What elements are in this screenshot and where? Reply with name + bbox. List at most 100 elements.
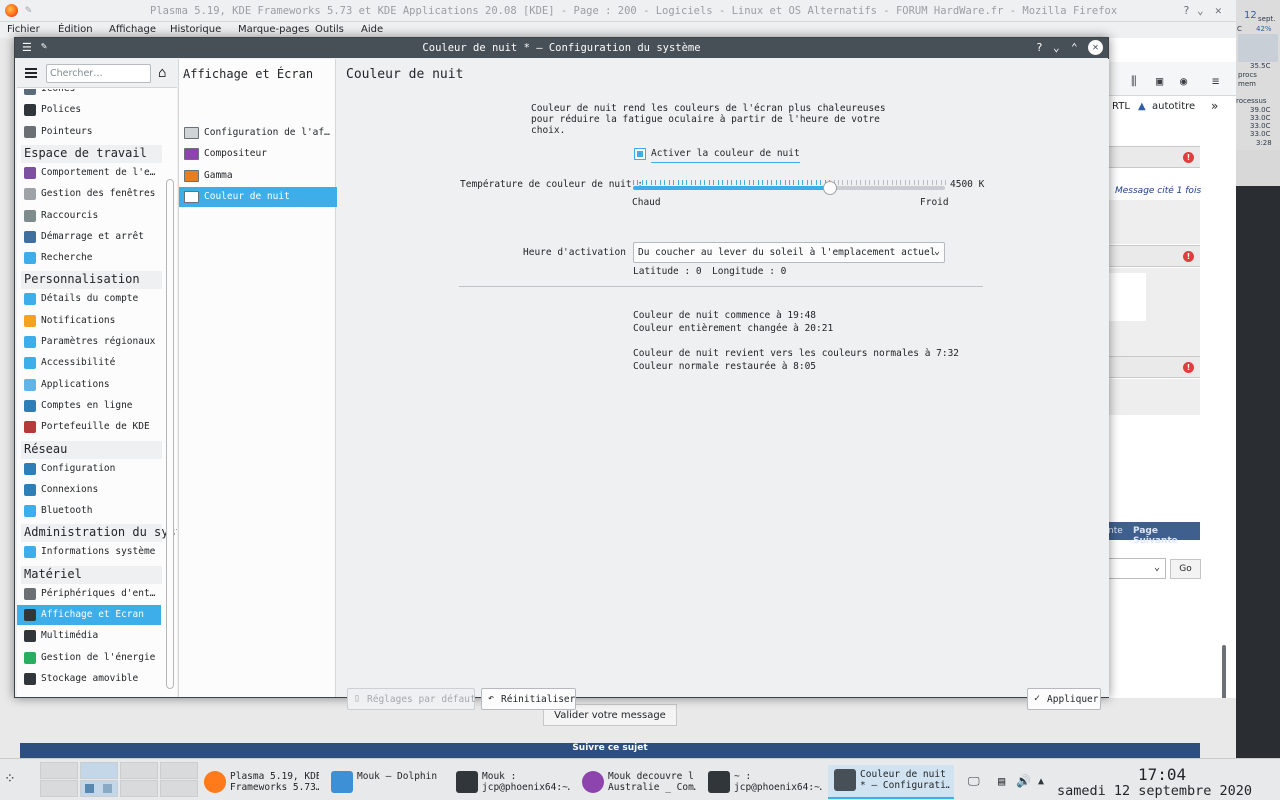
- menu-historique[interactable]: Historique: [170, 24, 221, 35]
- sidebar-scrollbar[interactable]: [166, 179, 174, 689]
- sidebar-item[interactable]: Polices: [17, 100, 161, 120]
- sidebar-item[interactable]: Raccourcis: [17, 206, 161, 226]
- follow-topic-bar[interactable]: Suivre ce sujet: [20, 743, 1200, 758]
- sidebar-item[interactable]: Accessibilité: [17, 353, 161, 373]
- conky-mem: mem: [1238, 80, 1256, 88]
- taskbar-task[interactable]: Mouk : jcp@phoenix64:~…: [450, 767, 574, 799]
- taskbar-task[interactable]: Couleur de nuit * — Configurati…: [828, 765, 954, 799]
- sidebar-item[interactable]: Connexions: [17, 480, 161, 500]
- volume-icon[interactable]: 🔊: [1016, 774, 1031, 788]
- page-next-link[interactable]: Page Suivante: [1133, 526, 1200, 546]
- sidebar-item[interactable]: Gestion de l'énergie: [17, 648, 161, 668]
- slider-handle[interactable]: [822, 181, 837, 195]
- quote-count[interactable]: Message cité 1 fois: [1115, 186, 1201, 196]
- minimize-icon[interactable]: ⌄: [1197, 4, 1204, 17]
- clock-date[interactable]: samedi 12 septembre 2020: [1057, 783, 1252, 799]
- menu-fichier[interactable]: Fichier: [7, 24, 40, 35]
- sidebar-item[interactable]: Icônes: [17, 89, 161, 99]
- subcategory-item[interactable]: Gamma: [179, 166, 337, 186]
- sidebar-item[interactable]: Bluetooth: [17, 501, 161, 521]
- close-icon[interactable]: ✕: [1215, 4, 1222, 17]
- help-icon[interactable]: ?: [1183, 4, 1190, 17]
- sidebar-item[interactable]: Comportement de l'espace de travail: [17, 163, 161, 183]
- activation-mode-select[interactable]: Du coucher au lever du soleil à l'emplac…: [633, 242, 945, 263]
- taskbar-task[interactable]: Plasma 5.19, KDE Frameworks 5.73…: [198, 767, 323, 799]
- virtual-desktop-pager[interactable]: [40, 762, 198, 798]
- sidebar-item[interactable]: Comptes en ligne: [17, 396, 161, 416]
- sidebar-item[interactable]: Multimédia: [17, 626, 161, 646]
- menu-aide[interactable]: Aide: [361, 24, 383, 35]
- menu-marque-pages[interactable]: Marque-pages: [238, 24, 309, 35]
- desktop-5[interactable]: [40, 780, 78, 797]
- sidebar-item[interactable]: Informations système: [17, 542, 161, 562]
- pin-icon[interactable]: ✎: [25, 3, 32, 16]
- clock-time[interactable]: 17:04: [1138, 765, 1186, 784]
- desktop-1[interactable]: [40, 762, 78, 779]
- desktop-4[interactable]: [160, 762, 198, 779]
- alert-icon[interactable]: !: [1183, 251, 1194, 262]
- subcategory-item[interactable]: Couleur de nuit: [179, 186, 337, 207]
- library-icon[interactable]: ⫼: [1131, 74, 1137, 89]
- bookmark-rtl[interactable]: RTL: [1112, 101, 1130, 112]
- sidebar-item[interactable]: Affichage et Écran: [17, 605, 161, 625]
- firefox-scrollbar[interactable]: [1222, 100, 1228, 750]
- alert-icon[interactable]: !: [1183, 362, 1194, 373]
- reset-button[interactable]: ↶ Réinitialiser: [481, 688, 576, 710]
- menu-icon[interactable]: ≡: [1212, 74, 1219, 88]
- search-input[interactable]: Chercher…: [46, 64, 151, 83]
- sidebar-item[interactable]: Recherche: [17, 248, 161, 268]
- sidebar-item[interactable]: Applications: [17, 375, 161, 395]
- sidebar-icon[interactable]: ▣: [1156, 74, 1163, 88]
- forum-select[interactable]: ⌄: [1108, 558, 1166, 579]
- alert-icon[interactable]: !: [1183, 152, 1194, 163]
- defaults-button[interactable]: ▯ Réglages par défaut: [347, 688, 476, 710]
- taskbar-task-label: Plasma 5.19, KDE Frameworks 5.73…: [230, 771, 319, 793]
- close-icon[interactable]: ✕: [1088, 40, 1103, 55]
- app-icon: [708, 771, 730, 793]
- display-icon[interactable]: 🖵: [968, 774, 980, 789]
- schedule-revert: Couleur de nuit revient vers les couleur…: [633, 348, 960, 359]
- desktop-2[interactable]: [80, 762, 118, 779]
- maximize-icon[interactable]: ⌃: [1071, 41, 1078, 54]
- minimize-icon[interactable]: ⌄: [1053, 41, 1060, 54]
- sidebar-item[interactable]: Gestion des fenêtres: [17, 184, 161, 204]
- menu-affichage[interactable]: Affichage: [109, 24, 156, 35]
- sidebar-item[interactable]: Stockage amovible: [17, 669, 161, 689]
- subcategory-item[interactable]: Compositeur: [179, 144, 337, 164]
- sidebar-item[interactable]: Configuration: [17, 459, 161, 479]
- application-launcher-icon[interactable]: ⁘: [4, 771, 16, 787]
- taskbar-task[interactable]: ~ : jcp@phoenix64:~…: [702, 767, 826, 799]
- desktop-3[interactable]: [120, 762, 158, 779]
- apply-button[interactable]: ✓ Appliquer: [1027, 688, 1101, 710]
- enable-night-color-label[interactable]: Activer la couleur de nuit: [651, 148, 800, 163]
- menu-outils[interactable]: Outils: [315, 24, 344, 35]
- go-button[interactable]: Go: [1170, 559, 1201, 579]
- sidebar-item[interactable]: Portefeuille de KDE: [17, 417, 161, 437]
- page-prev-link[interactable]: nte: [1108, 526, 1123, 536]
- sidebar-item[interactable]: Détails du compte: [17, 289, 161, 309]
- slider-track-filled: [633, 186, 830, 190]
- sidebar-item[interactable]: Notifications: [17, 311, 161, 331]
- home-icon[interactable]: ⌂: [158, 65, 166, 81]
- tray-expand-icon[interactable]: ▲: [1038, 776, 1044, 787]
- chevron-right-icon[interactable]: »: [1211, 99, 1218, 113]
- subcategory-item[interactable]: Configuration de l'affichage: [179, 123, 337, 143]
- sidebar-item[interactable]: Périphériques d'entrée: [17, 584, 161, 604]
- desktop-7[interactable]: [120, 780, 158, 797]
- temperature-slider[interactable]: [633, 176, 946, 195]
- account-icon[interactable]: ◉: [1180, 74, 1187, 88]
- desktop-6[interactable]: [80, 780, 118, 797]
- sidebar-section-label: Réseau: [24, 441, 68, 456]
- enable-night-color-checkbox[interactable]: [634, 148, 646, 160]
- sidebar-item[interactable]: Démarrage et arrêt: [17, 227, 161, 247]
- taskbar-task[interactable]: Mouk — Dolphin: [325, 767, 448, 799]
- clipboard-icon[interactable]: ▤: [998, 774, 1005, 788]
- sidebar-item[interactable]: Paramètres régionaux: [17, 332, 161, 352]
- hamburger-menu-icon[interactable]: [25, 68, 37, 78]
- taskbar-task[interactable]: Mouk decouvre l Australie _ Com…: [576, 767, 700, 799]
- menu-edition[interactable]: Édition: [58, 24, 93, 35]
- help-icon[interactable]: ?: [1036, 41, 1043, 54]
- bookmark-autotitre[interactable]: autotitre: [1152, 101, 1195, 112]
- sidebar-item[interactable]: Pointeurs: [17, 122, 161, 142]
- desktop-8[interactable]: [160, 780, 198, 797]
